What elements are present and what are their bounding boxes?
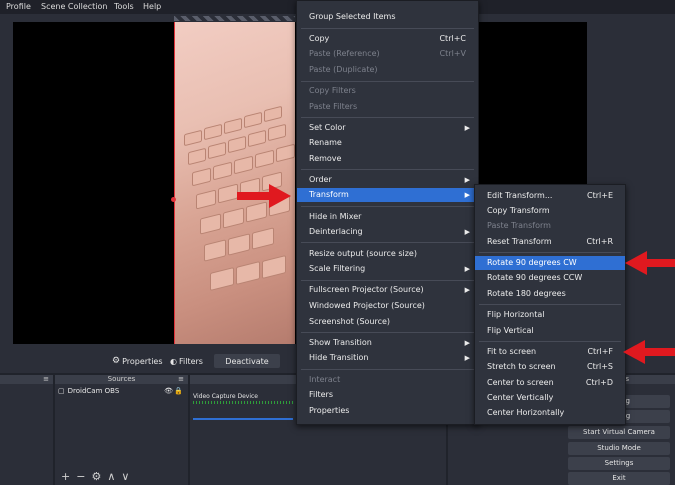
menu-item-copy-filters[interactable]: Copy Filters xyxy=(297,84,478,98)
menu-separator xyxy=(301,169,474,170)
menu-item-group-selected[interactable]: Group Selected Items xyxy=(297,10,478,24)
menu-item-rotate-90-cw[interactable]: Rotate 90 degrees CW xyxy=(475,256,625,270)
gear-icon[interactable]: ⚙ xyxy=(91,470,107,483)
move-up-icon[interactable]: ∧ xyxy=(107,470,121,483)
scenes-dock: ≡ xyxy=(0,375,53,485)
selection-handle[interactable] xyxy=(171,197,176,202)
menu-item-rotate-180[interactable]: Rotate 180 degrees xyxy=(475,287,625,301)
menu-item-stretch-to-screen[interactable]: Stretch to screen Ctrl+S xyxy=(475,360,625,374)
menu-item-hide-in-mixer[interactable]: Hide in Mixer xyxy=(297,210,478,224)
annotation-arrow-rotate xyxy=(625,251,675,275)
add-icon[interactable]: + xyxy=(61,470,76,483)
menu-separator xyxy=(301,332,474,333)
camera-icon: ▢ xyxy=(58,387,65,395)
mixer-source-name: Video Capture Device xyxy=(193,393,259,400)
studio-mode-button[interactable]: Studio Mode xyxy=(568,442,670,455)
submenu-arrow-icon: ▶ xyxy=(464,191,470,199)
sources-footer-buttons: +−⚙∧∨ xyxy=(61,470,135,483)
menu-item-set-color[interactable]: Set Color ▶ xyxy=(297,121,478,135)
menu-item-paste-duplicate[interactable]: Paste (Duplicate) xyxy=(297,63,478,77)
menu-item-reset-transform[interactable]: Reset Transform Ctrl+R xyxy=(475,235,625,249)
menu-separator xyxy=(301,28,474,29)
menu-item-paste-filters[interactable]: Paste Filters xyxy=(297,100,478,114)
transform-submenu: Edit Transform... Ctrl+E Copy Transform P… xyxy=(474,184,626,425)
menu-separator xyxy=(301,369,474,370)
source-context-menu: Group Selected Items Copy Ctrl+C Paste (R… xyxy=(296,0,479,425)
menu-item-flip-horizontal[interactable]: Flip Horizontal xyxy=(475,308,625,322)
menu-item-center-to-screen[interactable]: Center to screen Ctrl+D xyxy=(475,376,625,390)
menu-item-order[interactable]: Order ▶ xyxy=(297,173,478,187)
menu-item-scale-filtering[interactable]: Scale Filtering ▶ xyxy=(297,262,478,276)
menu-separator xyxy=(301,280,474,281)
gear-icon: ⚙ xyxy=(112,356,121,366)
menu-item-center-horizontally[interactable]: Center Horizontally xyxy=(475,406,625,420)
annotation-arrow-fit xyxy=(623,340,675,364)
menu-item-copy-transform[interactable]: Copy Transform xyxy=(475,204,625,218)
submenu-arrow-icon: ▶ xyxy=(464,265,470,273)
selection-border xyxy=(174,22,175,344)
submenu-arrow-icon: ▶ xyxy=(464,339,470,347)
menu-item-paste-transform[interactable]: Paste Transform xyxy=(475,219,625,233)
menu-separator xyxy=(301,117,474,118)
volume-meter xyxy=(193,401,293,404)
menu-item-resize-output[interactable]: Resize output (source size) xyxy=(297,247,478,261)
menu-item-remove[interactable]: Remove xyxy=(297,152,478,166)
menu-item-deinterlacing[interactable]: Deinterlacing ▶ xyxy=(297,225,478,239)
scenes-dock-title: ≡ xyxy=(0,375,53,384)
exit-button[interactable]: Exit xyxy=(568,472,670,485)
annotation-arrow-transform xyxy=(237,184,291,208)
submenu-arrow-icon: ▶ xyxy=(464,124,470,132)
menu-separator xyxy=(301,206,474,207)
sources-dock: Sources ≡ ▢ DroidCam OBS 👁 🔒 +−⚙∧∨ xyxy=(55,375,188,485)
properties-button[interactable]: ⚙ Properties xyxy=(112,354,166,368)
submenu-arrow-icon: ▶ xyxy=(464,286,470,294)
menu-item-properties[interactable]: Properties xyxy=(297,404,478,418)
menu-separator xyxy=(479,252,621,253)
menu-item-fit-to-screen[interactable]: Fit to screen Ctrl+F xyxy=(475,345,625,359)
menu-item-screenshot[interactable]: Screenshot (Source) xyxy=(297,315,478,329)
menu-item-interact[interactable]: Interact xyxy=(297,373,478,387)
menu-profile[interactable]: Profile xyxy=(6,2,31,11)
remove-icon[interactable]: − xyxy=(76,470,91,483)
menu-item-filters[interactable]: Filters xyxy=(297,388,478,402)
menu-separator xyxy=(301,242,474,243)
menu-item-copy[interactable]: Copy Ctrl+C xyxy=(297,32,478,46)
submenu-arrow-icon: ▶ xyxy=(464,176,470,184)
menu-item-edit-transform[interactable]: Edit Transform... Ctrl+E xyxy=(475,189,625,203)
menu-item-flip-vertical[interactable]: Flip Vertical xyxy=(475,324,625,338)
filters-icon: ◐ xyxy=(170,356,177,366)
menu-tools[interactable]: Tools xyxy=(114,2,134,11)
menu-scene-collection[interactable]: Scene Collection xyxy=(41,2,108,11)
start-virtual-camera-button[interactable]: Start Virtual Camera xyxy=(568,426,670,439)
filters-button[interactable]: ◐ Filters xyxy=(170,354,210,368)
submenu-arrow-icon: ▶ xyxy=(464,354,470,362)
menu-item-rotate-90-ccw[interactable]: Rotate 90 degrees CCW xyxy=(475,271,625,285)
lock-icon[interactable]: 🔒 xyxy=(174,386,183,397)
sources-dock-title: Sources ≡ xyxy=(55,375,188,384)
source-list-item[interactable]: ▢ DroidCam OBS 👁 🔒 xyxy=(58,386,185,397)
submenu-arrow-icon: ▶ xyxy=(464,228,470,236)
dock-menu-icon[interactable]: ≡ xyxy=(178,375,184,384)
menu-item-rename[interactable]: Rename xyxy=(297,136,478,150)
menu-item-center-vertically[interactable]: Center Vertically xyxy=(475,391,625,405)
settings-button[interactable]: Settings xyxy=(568,457,670,470)
selection-handle-stripe xyxy=(174,16,295,21)
menu-item-windowed-projector[interactable]: Windowed Projector (Source) xyxy=(297,299,478,313)
visibility-eye-icon[interactable]: 👁 xyxy=(164,386,173,397)
menu-separator xyxy=(479,341,621,342)
volume-slider[interactable] xyxy=(193,418,293,420)
menu-item-hide-transition[interactable]: Hide Transition ▶ xyxy=(297,351,478,365)
dock-menu-icon[interactable]: ≡ xyxy=(43,375,49,384)
menu-item-show-transition[interactable]: Show Transition ▶ xyxy=(297,336,478,350)
menu-separator xyxy=(301,81,474,82)
menu-item-fullscreen-projector[interactable]: Fullscreen Projector (Source) ▶ xyxy=(297,283,478,297)
menu-help[interactable]: Help xyxy=(143,2,161,11)
move-down-icon[interactable]: ∨ xyxy=(121,470,135,483)
menu-separator xyxy=(479,304,621,305)
menu-item-paste-reference[interactable]: Paste (Reference) Ctrl+V xyxy=(297,47,478,61)
deactivate-button[interactable]: Deactivate xyxy=(214,354,280,368)
menu-item-transform[interactable]: Transform ▶ xyxy=(297,188,478,202)
